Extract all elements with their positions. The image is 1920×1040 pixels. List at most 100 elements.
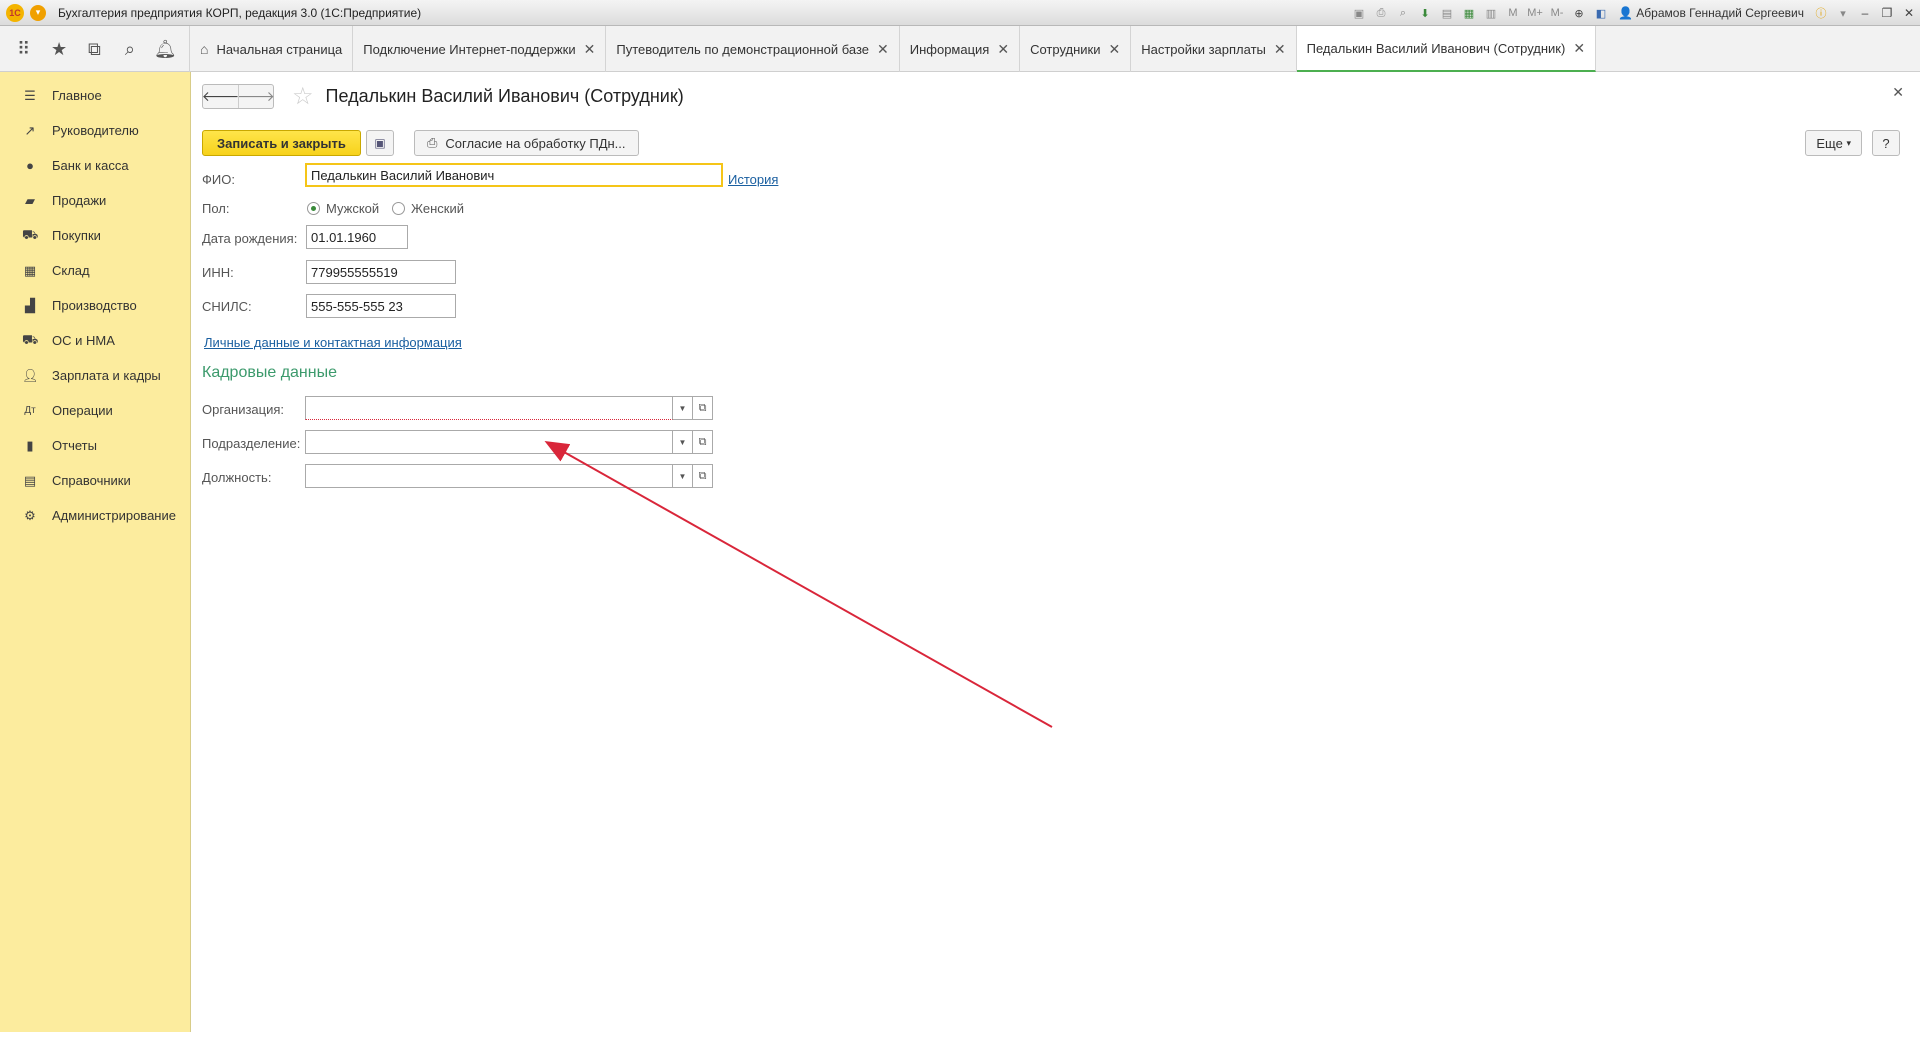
m-minus-icon[interactable]: M- [1549, 5, 1565, 21]
organization-label: Организация: [202, 402, 285, 417]
tab-label: Настройки зарплаты [1141, 41, 1266, 57]
close-form-icon[interactable]: ✕ [1892, 84, 1904, 101]
position-input[interactable] [305, 464, 673, 488]
print-icon[interactable]: ⎙ [1373, 5, 1389, 21]
close-icon[interactable]: ✕ [1274, 41, 1286, 58]
radio-empty-icon [392, 202, 405, 215]
calculator-icon[interactable]: ▦ [1461, 5, 1477, 21]
chevron-down-icon[interactable]: ▼ [673, 396, 693, 420]
sidebar-item-manager[interactable]: ↗ Руководителю [0, 113, 190, 148]
sidebar-item-label: Главное [52, 88, 102, 103]
document-icon[interactable]: ▤ [1439, 5, 1455, 21]
sidebar-item-bank[interactable]: ● Банк и касса [0, 148, 190, 183]
app-logo-icon[interactable]: 1С [6, 3, 24, 22]
calendar-icon[interactable]: ▥ [1483, 5, 1499, 21]
preview-icon[interactable]: ⌕ [1395, 5, 1411, 21]
gender-female-radio[interactable]: Женский [392, 201, 464, 216]
user-name: Абрамов Геннадий Сергеевич [1636, 6, 1804, 20]
panel-icon[interactable]: ◧ [1593, 5, 1609, 21]
employee-form: 🡐 🡒 ☆ Педалькин Василий Иванович (Сотруд… [192, 72, 1920, 1032]
current-user[interactable]: 👤 Абрамов Геннадий Сергеевич [1618, 6, 1804, 20]
more-button[interactable]: Еще ▾ [1805, 130, 1862, 156]
tab-salary-settings[interactable]: Настройки зарплаты ✕ [1131, 26, 1297, 72]
chevron-down-icon[interactable]: ▾ [1835, 5, 1851, 21]
tab-information[interactable]: Информация ✕ [900, 26, 1021, 72]
open-icon[interactable]: ⧉ [693, 464, 713, 488]
forward-icon[interactable]: 🡒 [237, 84, 275, 108]
chevron-down-icon[interactable]: ▼ [673, 464, 693, 488]
save-and-close-button[interactable]: Записать и закрыть [202, 130, 361, 156]
history-link[interactable]: История [728, 172, 778, 187]
main-menu-icon[interactable]: ▾ [30, 4, 46, 21]
truck-icon: ⛟ [22, 331, 39, 347]
close-icon[interactable]: ✕ [1109, 41, 1121, 58]
m-icon[interactable]: M [1505, 5, 1521, 21]
sections-sidebar: ☰ Главное ↗ Руководителю ● Банк и касса ▰ Пр… [0, 72, 191, 1032]
form-toolbar: Записать и закрыть ▣ ⎙ Согласие на обраб… [202, 130, 1902, 156]
m-plus-icon[interactable]: M+ [1527, 5, 1543, 21]
bell-icon[interactable]: 🔔︎ [151, 39, 179, 60]
snils-field[interactable]: 555-555-555 23 [306, 294, 456, 318]
open-icon[interactable]: ⧉ [693, 396, 713, 420]
organization-input[interactable] [305, 396, 673, 420]
close-icon[interactable]: ✕ [584, 41, 596, 58]
personal-data-link[interactable]: Личные данные и контактная информация [204, 335, 462, 350]
user-icon: 👤 [1618, 6, 1633, 20]
back-icon[interactable]: 🡐 [202, 85, 240, 108]
minimize-button[interactable]: – [1854, 4, 1876, 22]
person-icon: 👤︎ [22, 367, 39, 383]
zoom-icon[interactable]: ⊕ [1571, 5, 1587, 21]
close-icon[interactable]: ✕ [997, 41, 1009, 58]
gender-female-label: Женский [411, 201, 464, 216]
nav-buttons: 🡐 🡒 [202, 83, 275, 109]
close-icon[interactable]: ✕ [1573, 40, 1585, 57]
close-icon[interactable]: ✕ [877, 41, 889, 58]
sidebar-item-sales[interactable]: ▰ Продажи [0, 183, 190, 218]
sidebar-item-warehouse[interactable]: ▦ Склад [0, 253, 190, 288]
sidebar-item-admin[interactable]: ⚙ Администрирование [0, 498, 190, 533]
sidebar-item-operations[interactable]: Дт Операции [0, 393, 190, 428]
fio-field[interactable]: Педалькин Василий Иванович [305, 163, 723, 187]
save-icon[interactable]: ▣ [1351, 5, 1367, 21]
tab-employees[interactable]: Сотрудники ✕ [1020, 26, 1132, 72]
search-icon[interactable]: ⌕ [116, 39, 144, 60]
info-icon[interactable]: ⓘ [1813, 5, 1829, 21]
department-input[interactable] [305, 430, 673, 454]
favorite-star-icon[interactable]: ☆ [292, 82, 314, 111]
operations-icon: Дт [24, 405, 36, 416]
department-label: Подразделение: [202, 436, 301, 451]
gender-male-radio[interactable]: Мужской [307, 201, 379, 216]
fio-label: ФИО: [202, 172, 235, 187]
download-icon[interactable]: ⬇ [1417, 5, 1433, 21]
floppy-icon: ▣ [374, 136, 386, 150]
form-header: 🡐 🡒 ☆ Педалькин Василий Иванович (Сотруд… [202, 82, 684, 111]
tab-label: Путеводитель по демонстрационной базе [616, 41, 870, 57]
restore-button[interactable]: ❐ [1876, 4, 1898, 22]
sidebar-item-salary[interactable]: 👤︎ Зарплата и кадры [0, 358, 190, 393]
birth-date-field[interactable]: 01.01.1960 [306, 225, 408, 249]
tab-demo-guide[interactable]: Путеводитель по демонстрационной базе ✕ [606, 26, 900, 72]
tab-home[interactable]: ⌂ Начальная страница [190, 26, 354, 72]
window-title-bar: 1С ▾ Бухгалтерия предприятия КОРП, редак… [0, 0, 1920, 26]
apps-icon[interactable]: ⠿ [10, 39, 38, 60]
bag-icon: ▰ [25, 192, 35, 208]
history-icon[interactable]: ⧉ [80, 39, 108, 60]
tab-employee-card[interactable]: Педалькин Василий Иванович (Сотрудник) ✕ [1296, 26, 1597, 72]
hr-section-title: Кадровые данные [202, 364, 337, 381]
sidebar-item-main[interactable]: ☰ Главное [0, 78, 190, 113]
sidebar-item-purchases[interactable]: ⛟ Покупки [0, 218, 190, 253]
sidebar-item-label: Банк и касса [52, 158, 129, 173]
sidebar-item-assets[interactable]: ⛟ ОС и НМА [0, 323, 190, 358]
chevron-down-icon[interactable]: ▼ [673, 430, 693, 454]
consent-button[interactable]: ⎙ Согласие на обработку ПДн... [414, 130, 639, 156]
star-icon[interactable]: ★ [45, 39, 73, 60]
sidebar-item-reports[interactable]: ▮ Отчеты [0, 428, 190, 463]
sidebar-item-catalogs[interactable]: ▤ Справочники [0, 463, 190, 498]
help-button[interactable]: ? [1872, 130, 1900, 156]
save-button[interactable]: ▣ [366, 130, 394, 156]
open-icon[interactable]: ⧉ [693, 430, 713, 454]
sidebar-item-production[interactable]: ▟ Производство [0, 288, 190, 323]
inn-field[interactable]: 779955555519 [306, 260, 456, 284]
tab-internet-support[interactable]: Подключение Интернет-поддержки ✕ [353, 26, 607, 72]
close-window-button[interactable]: ✕ [1898, 4, 1920, 22]
